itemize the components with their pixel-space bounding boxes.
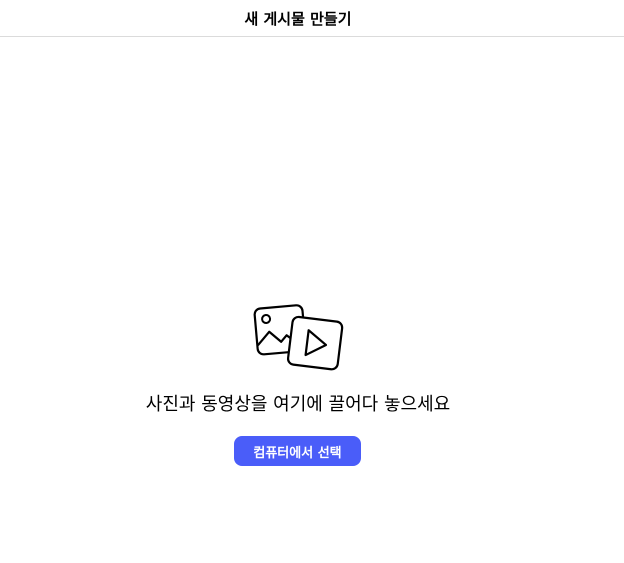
photo-video-icon <box>253 304 344 371</box>
drop-instruction: 사진과 동영상을 여기에 끌어다 놓으세요 <box>145 394 451 415</box>
media-dropzone[interactable]: 사진과 동영상을 여기에 끌어다 놓으세요 컴퓨터에서 선택 <box>0 38 624 563</box>
create-post-dialog: 새 게시물 만들기 사진과 동영상을 여기에 끌어다 놓으세요 컴퓨터에서 선택 <box>0 0 624 563</box>
dialog-header: 새 게시물 만들기 <box>0 0 624 37</box>
dialog-title: 새 게시물 만들기 <box>244 9 352 28</box>
select-from-computer-button[interactable]: 컴퓨터에서 선택 <box>234 436 361 466</box>
video-card-icon <box>286 315 344 371</box>
